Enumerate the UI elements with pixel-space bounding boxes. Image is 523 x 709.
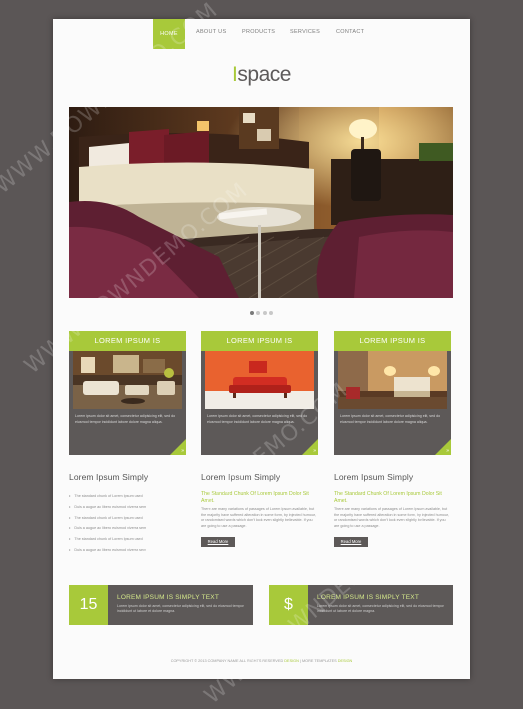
- main-nav: HOME ABOUT US PRODUCTS SERVICES CONTACT: [53, 19, 470, 49]
- banner-title: LOREM IPSUM IS SIMPLY TEXT: [317, 594, 420, 601]
- nav-products[interactable]: PRODUCTS: [242, 29, 275, 35]
- footer-separator: |: [299, 659, 301, 663]
- nav-home[interactable]: HOME: [153, 19, 185, 49]
- red-sofa-photo: [205, 351, 314, 409]
- site-logo[interactable]: Ispace: [53, 63, 470, 87]
- read-more-button[interactable]: Read More: [201, 536, 235, 547]
- column-subheading: The Standard Chunk Of Lorem Ipsum Dolor …: [201, 491, 309, 504]
- column-subheading: The Standard Chunk Of Lorem Ipsum Dolor …: [334, 491, 442, 504]
- column-heading: Lorem Ipsum Simply: [334, 472, 414, 482]
- arrow-right-icon[interactable]: »: [446, 448, 449, 454]
- slider-dots: [53, 311, 470, 315]
- banner-number-badge: 15: [69, 585, 108, 625]
- feature-card-2: LOREM IPSUM IS Lorem ipsum dolor sit ame…: [201, 331, 318, 455]
- feature-card-3: LOREM IPSUM IS Lorem ipsum dolor sit ame…: [334, 331, 451, 455]
- list-item[interactable]: • Duis a augue ac libero euismod viverra …: [69, 545, 186, 556]
- footer-link[interactable]: DESIGN: [338, 659, 353, 663]
- slider-dot[interactable]: [262, 311, 267, 315]
- promo-banner-1[interactable]: 15 LOREM IPSUM IS SIMPLY TEXT Lorem ipsu…: [69, 585, 253, 625]
- column-right: Lorem Ipsum Simply The Standard Chunk Of…: [334, 472, 451, 547]
- bullet-icon: •: [69, 525, 71, 531]
- living-room-photo: [73, 351, 182, 409]
- card-title: LOREM IPSUM IS: [334, 331, 451, 351]
- nav-about-us[interactable]: ABOUT US: [196, 29, 226, 35]
- slider-dot[interactable]: [256, 311, 261, 315]
- promo-banner-2[interactable]: $ LOREM IPSUM IS SIMPLY TEXT Lorem ipsum…: [269, 585, 453, 625]
- bullet-icon: •: [69, 546, 71, 552]
- card-text: Lorem ipsum dolor sit amet, consectetur …: [340, 414, 441, 424]
- card-text: Lorem ipsum dolor sit amet, consectetur …: [75, 414, 176, 424]
- footer-more-templates: MORE TEMPLATES: [301, 659, 337, 663]
- list-item[interactable]: • The standard chunk of Lorem Ipsum used: [69, 534, 186, 545]
- list-item-text: Duis a augue ac libero euismod viverra s…: [74, 526, 147, 531]
- arrow-right-icon[interactable]: »: [313, 448, 316, 454]
- hotel-room-photo: [69, 107, 453, 298]
- list-item-text: Duis a augue ac libero euismod viverra s…: [74, 547, 147, 552]
- bullet-list: • The standard chunk of Lorem Ipsum used …: [69, 491, 186, 556]
- arrow-right-icon[interactable]: »: [181, 448, 184, 454]
- column-middle: Lorem Ipsum Simply The Standard Chunk Of…: [201, 472, 318, 547]
- footer-link[interactable]: DESIGN: [284, 659, 299, 663]
- dollar-icon: $: [269, 585, 308, 625]
- column-body: There are many variations of passages of…: [334, 507, 449, 528]
- list-item[interactable]: • Duis a augue ac libero euismod viverra …: [69, 523, 186, 534]
- card-text: Lorem ipsum dolor sit amet, consectetur …: [207, 414, 308, 424]
- bullet-icon: •: [69, 493, 71, 498]
- column-heading: Lorem Ipsum Simply: [69, 472, 149, 482]
- banner-description: Lorem ipsum dolor sit amet, consectetur …: [317, 604, 444, 614]
- list-item-text: The standard chunk of Lorem Ipsum used: [74, 515, 143, 520]
- nav-contact[interactable]: CONTACT: [336, 29, 364, 35]
- feature-card-1: LOREM IPSUM IS Lorem ipsum dolor sit ame…: [69, 331, 186, 455]
- column-left: Lorem Ipsum Simply • The standard chunk o…: [69, 472, 186, 556]
- list-item-text: Duis a augue ac libero euismod viverra s…: [74, 504, 147, 509]
- card-title: LOREM IPSUM IS: [201, 331, 318, 351]
- card-title: LOREM IPSUM IS: [69, 331, 186, 351]
- column-heading: Lorem Ipsum Simply: [201, 472, 281, 482]
- banner-description: Lorem ipsum dolor sit amet, consectetur …: [117, 604, 244, 614]
- bullet-icon: •: [69, 514, 71, 520]
- card-image-living-room[interactable]: [73, 351, 182, 409]
- bullet-icon: •: [69, 536, 71, 542]
- list-item[interactable]: • Duis a augue ac libero euismod viverra …: [69, 502, 186, 513]
- footer: COPYRIGHT © 2013 COMPANY NAME ALL RIGHTS…: [53, 659, 470, 663]
- slider-dot[interactable]: [269, 311, 274, 315]
- nav-services[interactable]: SERVICES: [290, 29, 320, 35]
- slider-dot[interactable]: [249, 311, 254, 315]
- list-item-text: The standard chunk of Lorem Ipsum used: [74, 494, 143, 498]
- card-image-red-sofa[interactable]: [205, 351, 314, 409]
- banner-title: LOREM IPSUM IS SIMPLY TEXT: [117, 594, 220, 601]
- bedroom-photo: [338, 351, 447, 409]
- bullet-icon: •: [69, 503, 71, 509]
- card-image-bedroom[interactable]: [338, 351, 447, 409]
- logo-rest: space: [237, 63, 291, 86]
- read-more-button[interactable]: Read More: [334, 536, 368, 547]
- page: HOME ABOUT US PRODUCTS SERVICES CONTACT …: [53, 19, 470, 679]
- footer-copyright: COPYRIGHT © 2013 COMPANY NAME ALL RIGHTS…: [170, 659, 284, 663]
- hero-slider-image[interactable]: [69, 107, 453, 298]
- column-body: There are many variations of passages of…: [201, 507, 316, 528]
- list-item[interactable]: • The standard chunk of Lorem Ipsum used: [69, 513, 186, 524]
- list-item[interactable]: • The standard chunk of Lorem Ipsum used: [69, 491, 186, 502]
- list-item-text: The standard chunk of Lorem Ipsum used: [74, 537, 143, 542]
